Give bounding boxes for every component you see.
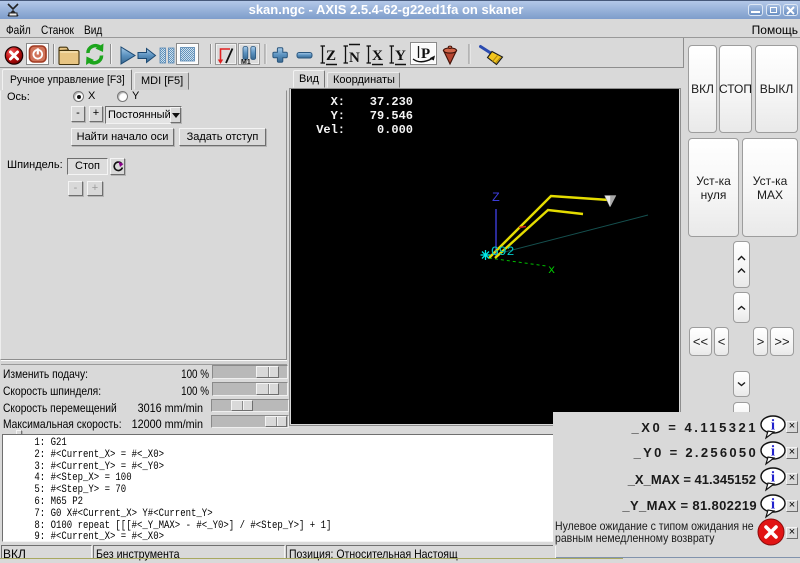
svg-text:Y: Y (395, 48, 406, 64)
svg-text:X: X (372, 48, 383, 64)
svg-text:Vel:: Vel: (316, 123, 345, 137)
svg-text:M1: M1 (241, 59, 251, 66)
svg-text:G92: G92 (491, 244, 514, 259)
svg-text:Z: Z (326, 48, 336, 64)
svg-text:79.546: 79.546 (370, 109, 413, 123)
svg-text:i: i (771, 443, 775, 459)
svg-text:i: i (771, 496, 775, 512)
svg-text:i: i (771, 418, 775, 434)
svg-text:37.230: 37.230 (370, 95, 413, 109)
svg-text:Z: Z (492, 190, 500, 205)
svg-text:x: x (548, 263, 555, 277)
svg-text:i: i (771, 470, 775, 486)
svg-text:X:: X: (331, 95, 345, 109)
svg-text:Y:: Y: (331, 109, 345, 123)
svg-text:0.000: 0.000 (377, 123, 413, 137)
svg-text:N: N (349, 50, 360, 66)
